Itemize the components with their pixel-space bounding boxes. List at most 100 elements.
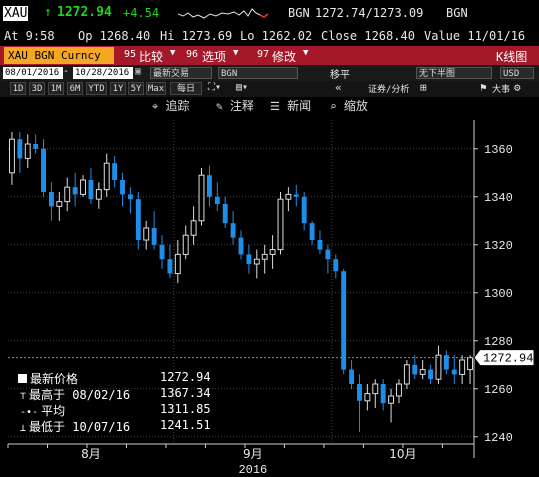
frequency-dropdown[interactable]: 每日 xyxy=(170,82,202,95)
select-menu[interactable]: 选项 xyxy=(202,48,226,65)
candle-body xyxy=(253,258,260,265)
menu-bar: XAU BGN Curncy 95 比较 ▼ 96 选项 ▼ 97 修改 ▼ K… xyxy=(0,46,539,65)
legend-last-swatch xyxy=(18,374,27,383)
candle-body xyxy=(246,254,252,264)
date-separator: - xyxy=(63,66,70,77)
flag-icon[interactable]: ⚑ xyxy=(480,81,487,94)
candle-body xyxy=(238,237,244,255)
candle-body xyxy=(261,253,268,260)
period-1y[interactable]: 1Y xyxy=(110,82,126,95)
legend-high: ⊤ 最高于 08/02/16 xyxy=(20,386,130,403)
legend-avg-value: 1311.85 xyxy=(160,402,211,416)
candle-body xyxy=(467,357,473,371)
source-dropdown[interactable]: BGN xyxy=(218,67,298,79)
period-5y[interactable]: 5Y xyxy=(128,82,144,95)
stat-high: Hi 1273.69 xyxy=(160,29,233,43)
period-1m[interactable]: 1M xyxy=(48,82,64,95)
candle-body xyxy=(277,198,284,251)
move-label[interactable]: 移平 xyxy=(330,66,350,81)
bar-chart-icon[interactable]: ▤▾ xyxy=(236,82,248,93)
modify-caret-icon: ▼ xyxy=(303,48,309,58)
candle-body xyxy=(293,194,299,197)
select-caret-icon: ▼ xyxy=(233,48,239,58)
avg-marker-icon: -•- xyxy=(20,407,39,418)
news-icon: ☰ xyxy=(270,100,280,113)
zoom-tool[interactable]: ⌕ 缩放 xyxy=(330,97,368,116)
period-dropdown[interactable]: 最新交易 xyxy=(150,67,212,79)
quote-source-2: BGN xyxy=(446,6,468,20)
zoom-icon: ⌕ xyxy=(330,100,337,113)
candle-body xyxy=(48,192,54,207)
line-chart-icon[interactable]: ⛶▾ xyxy=(208,82,221,93)
track-label: 追踪 xyxy=(165,99,190,113)
legend-low: ⊥ 最低于 10/07/16 xyxy=(20,418,130,435)
legend-last-label: 最新价格 xyxy=(30,372,79,386)
candle-body xyxy=(167,259,173,274)
candle-body xyxy=(95,189,102,200)
stats-bar: At 9:58 Op 1268.40 Hi 1273.69 Lo 1262.02… xyxy=(0,26,539,46)
stat-time: At 9:58 xyxy=(4,29,55,43)
low-marker-icon: ⊥ xyxy=(20,423,27,434)
crosshair-icon: ⌖ xyxy=(152,100,159,113)
select-num: 96 xyxy=(186,49,199,60)
settings-gear-icon[interactable]: ⚙ xyxy=(514,81,521,94)
candle-body xyxy=(301,196,307,224)
sparkline-icon xyxy=(178,8,269,19)
period-1d[interactable]: 1D xyxy=(10,82,26,95)
candle-body xyxy=(357,384,362,401)
modify-menu[interactable]: 修改 xyxy=(272,48,296,65)
period-ytd[interactable]: YTD xyxy=(86,82,107,95)
stat-open: Op 1268.40 xyxy=(78,29,151,43)
candle-body xyxy=(396,383,402,397)
y-tick-label: 1260 xyxy=(484,383,513,397)
candle-body xyxy=(190,220,197,236)
range-type-dropdown[interactable]: 无下半图 xyxy=(416,67,492,79)
candle-body xyxy=(151,228,157,245)
x-month-label: 10月 xyxy=(389,447,416,461)
chart-type-menu[interactable]: K线图 xyxy=(496,48,527,65)
period-3d[interactable]: 3D xyxy=(29,82,45,95)
candle-body xyxy=(317,240,323,250)
double-left-icon[interactable]: « xyxy=(335,81,342,94)
candle-body xyxy=(285,193,292,200)
currency-dropdown[interactable]: USD xyxy=(500,67,534,79)
big-events-button[interactable]: 大事 xyxy=(492,82,510,95)
sec-analysis-button[interactable]: 证券/分析 xyxy=(368,82,409,95)
candle-body xyxy=(372,383,379,395)
stat-value: Value 11/01/16 xyxy=(424,29,526,43)
x-month-label: 9月 xyxy=(243,447,263,461)
candle-body xyxy=(174,253,181,275)
bid-ask: 1272.74/1273.09 xyxy=(315,6,424,20)
y-tick-label: 1300 xyxy=(484,287,513,301)
legend-avg: -•- 平均 xyxy=(20,402,65,419)
candle-body xyxy=(309,223,315,240)
range-bar: 08/01/2016 - 10/28/2016 ▣ 最新交易 BGN 移平 无下… xyxy=(0,65,539,81)
legend-high-label: 最高于 08/02/16 xyxy=(29,388,131,402)
candle-body xyxy=(388,395,395,404)
modify-num: 97 xyxy=(257,49,270,60)
zoom-label: 缩放 xyxy=(343,99,368,113)
high-marker-icon: ⊤ xyxy=(20,391,27,402)
legend-last: 最新价格 xyxy=(18,370,78,387)
legend-low-label: 最低于 10/07/16 xyxy=(29,420,131,434)
news-tool[interactable]: ☰ 新闻 xyxy=(270,97,311,116)
stat-close: Close 1268.40 xyxy=(321,29,415,43)
y-tick-label: 1280 xyxy=(484,335,513,349)
candle-body xyxy=(112,163,118,180)
table-icon[interactable]: ⊞ xyxy=(420,81,427,94)
period-max[interactable]: Max xyxy=(146,82,166,95)
candle-body xyxy=(412,364,418,375)
start-date-field[interactable]: 08/01/2016 xyxy=(3,67,63,79)
news-label: 新闻 xyxy=(287,99,312,113)
candle-body xyxy=(80,179,86,195)
pencil-icon: ✎ xyxy=(216,100,223,113)
end-date-field[interactable]: 10/28/2016 xyxy=(73,67,133,79)
candle-body xyxy=(103,162,110,191)
compare-menu[interactable]: 比较 xyxy=(139,48,163,65)
annotate-tool[interactable]: ✎ 注释 xyxy=(216,97,254,116)
security-field[interactable]: XAU BGN Curncy xyxy=(4,47,114,64)
candle-body xyxy=(222,204,228,224)
track-tool[interactable]: ⌖ 追踪 xyxy=(152,97,189,116)
period-6m[interactable]: 6M xyxy=(67,82,83,95)
candle-body xyxy=(159,244,165,260)
